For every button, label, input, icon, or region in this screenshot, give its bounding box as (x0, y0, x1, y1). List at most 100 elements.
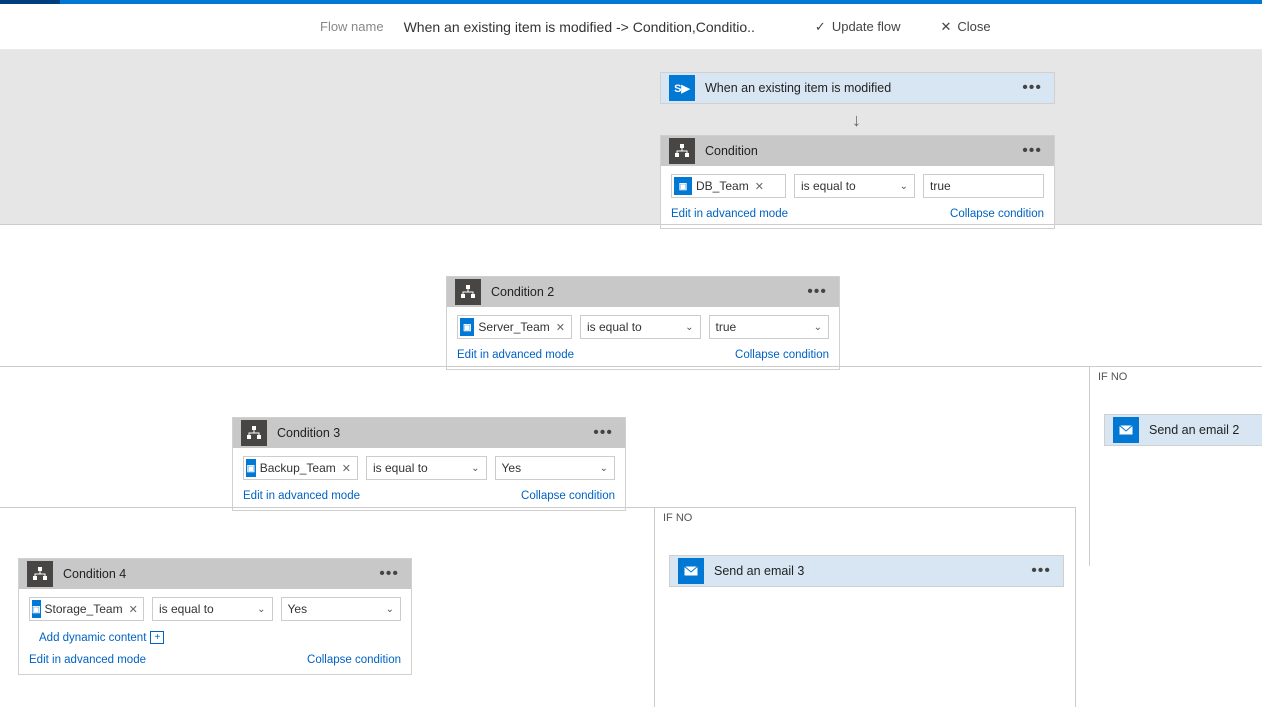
condition-4-value-text: Yes (288, 602, 308, 616)
check-icon: ✓ (815, 19, 826, 35)
condition-2-body: ▣ Server_Team ✕ is equal to ⌄ true ⌄ (447, 307, 839, 345)
chevron-down-icon: ⌄ (471, 463, 479, 474)
condition-3-value-select[interactable]: Yes ⌄ (495, 456, 616, 480)
condition-1-header[interactable]: Condition ••• (661, 136, 1054, 166)
condition-4-token-label: Storage_Team (45, 602, 123, 616)
flow-name-label: Flow name (320, 19, 384, 34)
condition-2-title: Condition 2 (491, 285, 793, 299)
send-email-3-card[interactable]: Send an email 3 ••• (669, 555, 1064, 587)
chevron-down-icon: ⌄ (386, 604, 394, 615)
collapse-condition-link[interactable]: Collapse condition (307, 654, 401, 666)
condition-1-operator-select[interactable]: is equal to ⌄ (794, 174, 915, 198)
top-loading-bar (0, 0, 1262, 4)
condition-2-card[interactable]: Condition 2 ••• ▣ Server_Team ✕ is equal… (446, 276, 840, 370)
condition-3-card[interactable]: Condition 3 ••• ▣ Backup_Team ✕ is equal… (232, 417, 626, 511)
condition-3-operator-label: is equal to (373, 461, 428, 475)
dynamic-content-icon: ▣ (246, 459, 256, 477)
remove-token-icon[interactable]: ✕ (340, 462, 353, 475)
condition-4-value-select[interactable]: Yes ⌄ (281, 597, 402, 621)
dynamic-content-icon: ▣ (460, 318, 474, 336)
condition-4-menu-button[interactable]: ••• (375, 565, 403, 583)
arrow-down-icon: ↓ (852, 110, 861, 131)
edit-advanced-link[interactable]: Edit in advanced mode (671, 208, 788, 220)
collapse-condition-link[interactable]: Collapse condition (735, 349, 829, 361)
condition-4-card[interactable]: Condition 4 ••• ▣ Storage_Team ✕ is equa… (18, 558, 412, 675)
condition-4-operator-select[interactable]: is equal to ⌄ (152, 597, 273, 621)
send-email-2-title: Send an email 2 (1149, 423, 1262, 437)
condition-2-header[interactable]: Condition 2 ••• (447, 277, 839, 307)
condition-4-footer: Edit in advanced mode Collapse condition (19, 650, 411, 674)
send-email-3-menu-button[interactable]: ••• (1027, 562, 1055, 580)
condition-1-operator-label: is equal to (801, 179, 856, 193)
edit-advanced-link[interactable]: Edit in advanced mode (457, 349, 574, 361)
update-flow-button[interactable]: ✓ Update flow (815, 19, 901, 35)
condition-2-token-label: Server_Team (478, 320, 549, 334)
canvas-section-1 (0, 50, 1262, 224)
if-no-branch-2: IF NO Send an email 2 (1089, 366, 1262, 566)
edit-advanced-link[interactable]: Edit in advanced mode (29, 654, 146, 666)
condition-4-header[interactable]: Condition 4 ••• (19, 559, 411, 589)
outlook-icon (678, 558, 704, 584)
chevron-down-icon: ⌄ (900, 181, 908, 192)
condition-3-menu-button[interactable]: ••• (589, 424, 617, 442)
condition-icon (241, 420, 267, 446)
condition-1-value-text: true (930, 179, 951, 193)
condition-3-operator-select[interactable]: is equal to ⌄ (366, 456, 487, 480)
trigger-menu-button[interactable]: ••• (1018, 79, 1046, 97)
collapse-condition-link[interactable]: Collapse condition (950, 208, 1044, 220)
if-no-label: IF NO (1098, 371, 1127, 383)
chevron-down-icon: ⌄ (814, 322, 822, 333)
condition-4-title: Condition 4 (63, 567, 365, 581)
edit-advanced-link[interactable]: Edit in advanced mode (243, 490, 360, 502)
add-dynamic-content-link[interactable]: Add dynamic content + (39, 631, 164, 644)
collapse-condition-link[interactable]: Collapse condition (521, 490, 615, 502)
condition-2-menu-button[interactable]: ••• (803, 283, 831, 301)
dynamic-content-icon: ▣ (32, 600, 41, 618)
dynamic-content-icon: ▣ (674, 177, 692, 195)
flow-name-value[interactable]: When an existing item is modified -> Con… (404, 19, 755, 35)
condition-3-title: Condition 3 (277, 426, 579, 440)
condition-1-value-input[interactable]: true (923, 174, 1044, 198)
chevron-down-icon: ⌄ (600, 463, 608, 474)
condition-3-left-operand[interactable]: ▣ Backup_Team ✕ (243, 456, 358, 480)
trigger-title: When an existing item is modified (705, 81, 1008, 95)
send-email-3-header[interactable]: Send an email 3 ••• (670, 556, 1063, 586)
remove-token-icon[interactable]: ✕ (753, 180, 766, 193)
condition-4-body: ▣ Storage_Team ✕ is equal to ⌄ Yes ⌄ Add… (19, 589, 411, 650)
trigger-header[interactable]: S▶ When an existing item is modified ••• (661, 73, 1054, 103)
chevron-down-icon: ⌄ (257, 604, 265, 615)
condition-3-token-label: Backup_Team (260, 461, 336, 475)
condition-3-value-text: Yes (502, 461, 522, 475)
send-email-2-header[interactable]: Send an email 2 (1105, 415, 1262, 445)
condition-4-left-operand[interactable]: ▣ Storage_Team ✕ (29, 597, 144, 621)
remove-token-icon[interactable]: ✕ (554, 321, 567, 334)
trigger-card[interactable]: S▶ When an existing item is modified ••• (660, 72, 1055, 104)
close-button[interactable]: ✕ Close (940, 19, 990, 35)
chevron-down-icon: ⌄ (685, 322, 693, 333)
condition-1-title: Condition (705, 144, 1008, 158)
condition-1-left-operand[interactable]: ▣ DB_Team ✕ (671, 174, 786, 198)
condition-2-operator-select[interactable]: is equal to ⌄ (580, 315, 701, 339)
remove-token-icon[interactable]: ✕ (127, 603, 140, 616)
close-label: Close (957, 19, 990, 34)
condition-1-menu-button[interactable]: ••• (1018, 142, 1046, 160)
sharepoint-icon: S▶ (669, 75, 695, 101)
divider-2 (0, 366, 1262, 367)
condition-3-header[interactable]: Condition 3 ••• (233, 418, 625, 448)
add-dynamic-content-label: Add dynamic content (39, 632, 146, 644)
condition-2-left-operand[interactable]: ▣ Server_Team ✕ (457, 315, 572, 339)
condition-icon (27, 561, 53, 587)
outlook-icon (1113, 417, 1139, 443)
send-email-3-title: Send an email 3 (714, 564, 1017, 578)
divider-1 (0, 224, 1262, 225)
condition-1-token-label: DB_Team (696, 179, 749, 193)
condition-1-body: ▣ DB_Team ✕ is equal to ⌄ true (661, 166, 1054, 204)
condition-2-value-select[interactable]: true ⌄ (709, 315, 830, 339)
plus-icon: + (150, 631, 164, 644)
page-header: Flow name When an existing item is modif… (0, 4, 1262, 50)
flow-canvas: S▶ When an existing item is modified •••… (0, 50, 1262, 664)
update-flow-label: Update flow (832, 19, 901, 34)
send-email-2-card[interactable]: Send an email 2 (1104, 414, 1262, 446)
condition-1-card[interactable]: Condition ••• ▣ DB_Team ✕ is equal to ⌄ … (660, 135, 1055, 229)
if-no-branch-3: IF NO Send an email 3 ••• (654, 507, 1076, 707)
